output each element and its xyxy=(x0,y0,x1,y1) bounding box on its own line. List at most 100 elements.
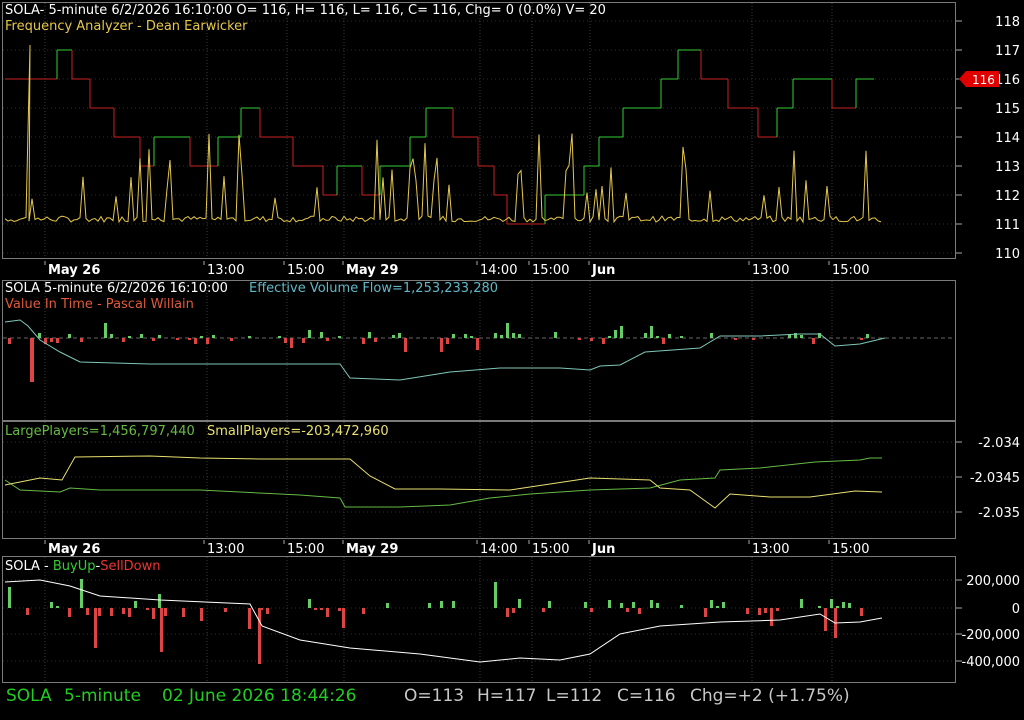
flow-bar xyxy=(860,338,863,340)
large-players-label: LargePlayers=1,456,797,440 xyxy=(5,424,195,439)
flow-bar xyxy=(80,338,83,342)
buysell-bar xyxy=(342,608,345,628)
buysell-bar xyxy=(248,608,251,629)
flow-bar xyxy=(368,332,371,338)
buysell-bar xyxy=(86,608,89,615)
flow-bar xyxy=(650,326,653,338)
buysell-bar xyxy=(26,608,29,615)
flow-bar xyxy=(752,338,755,340)
buysell-bar xyxy=(830,599,833,608)
flow-bar xyxy=(248,336,251,338)
buyup-selldown-line xyxy=(4,579,883,663)
flow-bar xyxy=(590,338,593,341)
price-y-axis: 118 117116 115 114 113 112 111 110 xyxy=(956,15,1020,262)
flow-bar xyxy=(620,326,623,338)
flow-bar xyxy=(38,333,41,338)
flow-bar xyxy=(656,336,659,338)
buysell-bar xyxy=(158,594,161,608)
y-tick-label: 200,000 xyxy=(966,574,1020,589)
flow-bar xyxy=(518,334,521,338)
buysell-bar xyxy=(836,606,839,608)
buysell-bar xyxy=(800,599,803,608)
flow-bar xyxy=(668,334,671,338)
buysell-bar xyxy=(146,608,149,610)
buysell-panel-header: SOLA - BuyUp-SellDown xyxy=(5,559,161,574)
buysell-bar xyxy=(320,608,323,610)
buysell-bar xyxy=(848,603,851,608)
flow-bar xyxy=(734,338,737,340)
buysell-bar xyxy=(632,602,635,608)
players-y-axis: -2.034 -2.0345 -2.035 xyxy=(956,436,1020,521)
flow-bar xyxy=(212,335,215,338)
buysell-bar xyxy=(160,608,163,652)
y-tick-label: 113 xyxy=(995,160,1020,175)
flow-bar xyxy=(554,332,557,338)
buysell-bar xyxy=(620,603,623,608)
flow-bar xyxy=(338,336,341,338)
flow-bar xyxy=(128,336,131,338)
last-price-value: 116 xyxy=(972,73,995,87)
buysell-bar xyxy=(94,608,97,648)
buysell-bar xyxy=(314,608,317,610)
flow-bar xyxy=(476,338,479,350)
flow-bar xyxy=(8,338,11,344)
buysell-bar xyxy=(680,605,683,608)
buysell-bar xyxy=(518,599,521,608)
flow-bar xyxy=(110,334,113,338)
buysell-bar xyxy=(860,608,863,616)
x-tick-label: 13:00 xyxy=(752,263,789,278)
status-close: C=116 xyxy=(617,686,676,706)
y-tick-label: 114 xyxy=(995,131,1020,146)
volume-flow-panel-header: SOLA 5-minute 6/2/2026 16:10:00 xyxy=(5,281,228,296)
flow-bar xyxy=(608,336,611,338)
buysell-bar xyxy=(122,608,125,614)
x-tick-label: May 26 xyxy=(48,263,100,278)
y-tick-label: 110 xyxy=(995,247,1020,262)
flow-bar xyxy=(152,338,155,341)
buysell-bar xyxy=(164,608,167,616)
buysell-bar xyxy=(386,603,389,608)
buysell-bar xyxy=(134,601,137,608)
buysell-bar xyxy=(590,608,593,612)
flow-bar xyxy=(602,338,605,344)
last-price-tag: 116 xyxy=(959,71,999,87)
buysell-bar xyxy=(258,608,261,664)
status-symbol: SOLA xyxy=(6,686,52,706)
flow-bar xyxy=(320,332,323,338)
flow-bar xyxy=(866,334,869,338)
buysell-bar xyxy=(626,608,629,612)
y-tick-label: -400,000 xyxy=(962,655,1020,670)
buysell-bar xyxy=(200,608,203,621)
buysell-bar xyxy=(326,608,329,617)
buysell-bar xyxy=(338,608,341,611)
flow-bar xyxy=(446,338,449,344)
buysell-bar xyxy=(452,601,455,608)
y-tick-label: 115 xyxy=(995,102,1020,117)
flow-bar xyxy=(206,338,209,344)
buysell-prefix: SOLA - xyxy=(5,559,53,574)
flow-bar xyxy=(56,338,59,343)
effective-volume-flow-label: Effective Volume Flow=1,253,233,280 xyxy=(249,281,498,296)
buysell-bar xyxy=(842,602,845,608)
buysell-bar xyxy=(776,608,779,611)
flow-bar xyxy=(398,333,401,338)
flow-bar xyxy=(158,335,161,338)
flow-bar xyxy=(122,338,125,342)
buysell-bar xyxy=(704,608,707,617)
buyup-label: BuyUp xyxy=(53,559,96,574)
chart-canvas: 118117116115114113112111110 -2.034-2.034… xyxy=(2,2,1020,683)
y-tick-label: -200,000 xyxy=(962,628,1020,643)
flow-bar xyxy=(68,334,71,338)
buysell-bar xyxy=(512,608,515,613)
buysell-bar xyxy=(50,602,53,608)
buysell-bar xyxy=(722,602,725,608)
price-panel-header: SOLA- 5-minute 6/2/2026 16:10:00 O= 116,… xyxy=(5,3,606,18)
x-tick-label: 15:00 xyxy=(287,263,324,278)
status-interval: 5-minute xyxy=(64,686,141,706)
y-tick-label: 112 xyxy=(995,189,1020,204)
buysell-bar xyxy=(818,606,821,608)
buysell-bar xyxy=(266,608,269,614)
buysell-bar xyxy=(362,608,365,614)
flow-bar xyxy=(230,338,233,341)
flow-bar xyxy=(680,336,683,338)
